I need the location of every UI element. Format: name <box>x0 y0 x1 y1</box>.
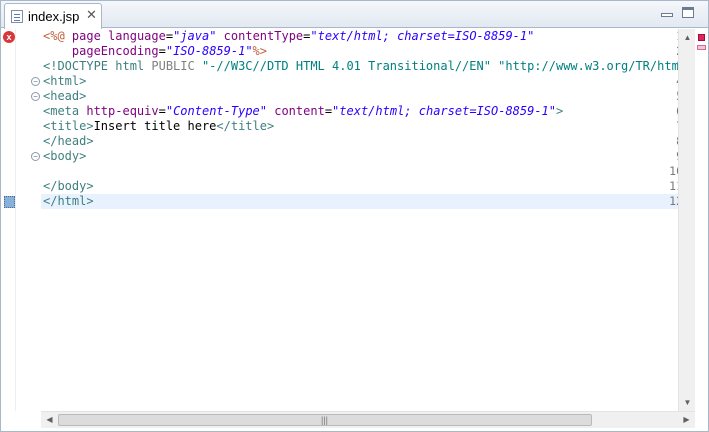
scroll-grip-icon: ||| <box>321 415 329 425</box>
annotation-ruler: x <box>1 29 16 411</box>
code-line-4: <html> <box>43 74 87 88</box>
code-line-3: <!DOCTYPE html PUBLIC "-//W3C//DTD HTML … <box>43 59 678 73</box>
code-line-7: <title>Insert title here</title> <box>43 119 275 133</box>
code-line-11: </body> <box>43 179 94 193</box>
overview-annotation-marker[interactable] <box>697 45 706 50</box>
code-line-2: pageEncoding="ISO-8859-1"%> <box>71 44 267 58</box>
tab-index-jsp[interactable]: index.jsp ✕ <box>4 3 102 29</box>
horizontal-scrollbar[interactable]: ◀ ||| ▶ <box>41 411 695 428</box>
line-number-gutter: 1234−5−6789−101112 <box>16 29 683 411</box>
code-editor[interactable]: x 1234−5−6789−101112 <%@ page language="… <box>1 29 708 411</box>
tab-label: index.jsp <box>28 9 80 24</box>
code-line-5: <head> <box>43 89 87 103</box>
scroll-left-icon[interactable]: ◀ <box>41 411 58 428</box>
fold-collapse-icon[interactable]: − <box>31 152 40 161</box>
fold-collapse-icon[interactable]: − <box>31 77 40 86</box>
code-text-area[interactable]: <%@ page language="java" contentType="te… <box>41 29 678 411</box>
code-line-12: </html> <box>43 194 94 208</box>
scroll-down-icon[interactable]: ▼ <box>679 394 696 411</box>
fold-collapse-icon[interactable]: − <box>31 92 40 101</box>
error-icon[interactable]: x <box>3 31 15 43</box>
minimize-icon[interactable] <box>661 13 673 17</box>
horizontal-scroll-thumb[interactable]: ||| <box>58 414 592 426</box>
maximize-icon[interactable] <box>682 7 694 18</box>
code-line-1: <%@ page language="java" contentType="te… <box>43 29 535 43</box>
scroll-right-icon[interactable]: ▶ <box>678 411 695 428</box>
overview-error-marker[interactable] <box>698 34 705 41</box>
current-line-marker-icon <box>4 196 15 208</box>
editor-tab-bar: index.jsp ✕ <box>1 1 708 29</box>
jsp-file-icon <box>11 10 23 23</box>
close-icon[interactable]: ✕ <box>86 8 97 22</box>
code-line-6: <meta http-equiv="Content-Type" content=… <box>43 104 564 118</box>
scroll-up-icon[interactable]: ▲ <box>679 29 696 46</box>
editor-window: index.jsp ✕ x 1234−5−6789−101112 <%@ pag… <box>0 0 709 432</box>
vertical-scrollbar[interactable]: ▲ ▼ <box>678 29 695 411</box>
code-line-9: <body> <box>43 149 87 163</box>
code-line-8: </head> <box>43 134 94 148</box>
